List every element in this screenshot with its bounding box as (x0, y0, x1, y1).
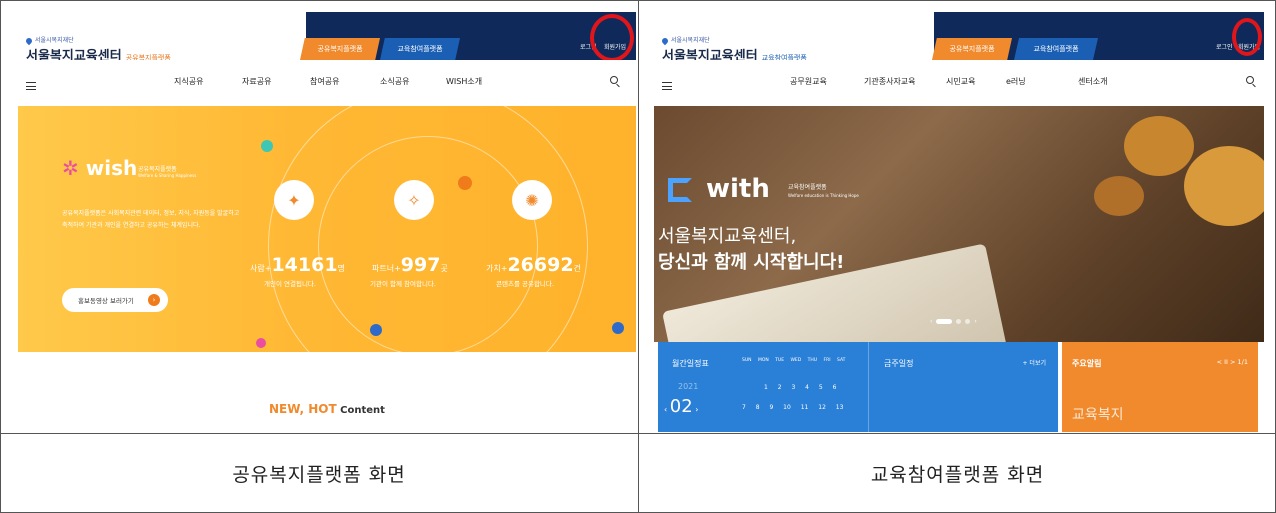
content-section: NEW, HOT Content (18, 352, 636, 432)
calendar-year: 2021 (678, 382, 699, 391)
decor-dot (370, 324, 382, 336)
weekly-title: 금주일정 (884, 359, 914, 368)
brand-tagline: 교육참여플랫폼 (788, 184, 827, 191)
tab-edu-platform[interactable]: 교육참여플랫폼 (1014, 38, 1098, 60)
stat-partner-caption: 기관이 함께 참여합니다. (370, 280, 436, 288)
info-panels: 월간일정표 2021 ‹ 02 › SUN MON TUE WED THU FR… (654, 342, 1264, 432)
hero-description: 공유복지플랫폼은 사회복지관련 데이터, 정보, 지식, 자원등을 발굴하고 축… (62, 210, 240, 229)
tab-share-platform[interactable]: 공유복지플랫폼 (300, 38, 380, 60)
calendar-title: 월간일정표 (672, 359, 709, 368)
brand-subtitle: Welfare education is Thinking Hope (788, 193, 859, 198)
decor-ring (318, 136, 538, 352)
stat-people: 사람+14161명 (250, 254, 345, 276)
prev-icon[interactable]: ‹ (930, 318, 932, 325)
hero-banner: with 교육참여플랫폼 Welfare education is Thinki… (654, 106, 1264, 342)
more-link[interactable]: + 더보기 (1023, 358, 1047, 367)
hero-headline-1: 서울복지교육센터, (658, 226, 797, 247)
nav-item[interactable]: 소식공유 (380, 76, 409, 87)
nav-item[interactable]: 지식공유 (174, 76, 203, 87)
main-nav: 공무원교육 기관종사자교육 시민교육 e러닝 센터소개 (654, 60, 1264, 106)
with-logo: with (668, 174, 770, 204)
slide-pager[interactable]: ‹ › (930, 318, 977, 325)
tab-edu-platform[interactable]: 교육참여플랫폼 (380, 38, 460, 60)
people-icon: ✦ (274, 180, 314, 220)
calendar-panel: 월간일정표 2021 ‹ 02 › SUN MON TUE WED THU FR… (658, 342, 1058, 432)
flower-decor (1094, 176, 1144, 216)
calendar-week[interactable]: 7 8 9 10 11 12 13 (742, 404, 843, 411)
stat-value: 가치+26692건 (486, 254, 581, 276)
annotation-circle (1232, 18, 1262, 56)
calendar-weekdays: SUN MON TUE WED THU FRI SAT (742, 358, 846, 363)
nav-item[interactable]: 참여공유 (310, 76, 339, 87)
pin-icon (24, 36, 34, 45)
divider (868, 342, 869, 432)
calendar-month: ‹ 02 › (664, 396, 699, 417)
stat-people-caption: 개인이 연결됩니다. (264, 280, 316, 288)
left-screenshot: 서울시복지재단 서울복지교육센터 공유복지플랫폼 공유복지플랫폼 교육참여플랫폼 … (18, 12, 636, 432)
nav-item[interactable]: 공무원교육 (790, 76, 827, 87)
lightbulb-icon: ✺ (512, 180, 552, 220)
nav-item[interactable]: 자료공유 (242, 76, 271, 87)
site-header: 서울시복지재단 서울복지교육센터 교육참여플랫폼 공유복지플랫폼 교육참여플랫폼 … (654, 12, 1264, 64)
login-link[interactable]: 로그인 (1216, 42, 1233, 51)
play-icon: › (148, 294, 160, 306)
search-icon[interactable] (610, 76, 618, 84)
flower-decor (1184, 146, 1264, 226)
stat-value-caption: 콘텐츠를 공유합니다. (496, 280, 554, 288)
decor-dot (612, 322, 624, 334)
next-month-icon[interactable]: › (693, 405, 698, 414)
search-icon[interactable] (1246, 76, 1254, 84)
nav-item[interactable]: e러닝 (1006, 76, 1026, 87)
tab-share-platform[interactable]: 공유복지플랫폼 (932, 38, 1012, 60)
caption-right: 교육참여플랫폼 화면 (870, 463, 1045, 486)
site-header: 서울시복지재단 서울복지교육센터 공유복지플랫폼 공유복지플랫폼 교육참여플랫폼 … (18, 12, 636, 64)
hero-banner: ✲ wish 공유복지플랫폼 Welfare & Sharing Happine… (18, 106, 636, 352)
notice-panel: 주요알림 < II > 1/1 교육복지 (1062, 342, 1258, 432)
annotation-circle (590, 14, 634, 62)
org-logo[interactable]: 서울시복지재단 (660, 35, 710, 45)
handshake-icon: ✧ (394, 180, 434, 220)
promo-video-button[interactable]: 홍보동영상 보러가기 › (62, 288, 168, 312)
decor-dot (256, 338, 266, 348)
hamburger-icon[interactable] (26, 82, 36, 90)
hero-headline-2: 당신과 함께 시작합니다! (658, 252, 845, 273)
next-icon[interactable]: › (974, 318, 976, 325)
main-nav: 지식공유 자료공유 참여공유 소식공유 WISH소개 (18, 60, 636, 106)
nav-item[interactable]: 기관종사자교육 (864, 76, 916, 87)
notice-pager[interactable]: < II > 1/1 (1217, 358, 1248, 366)
notice-title: 주요알림 (1072, 359, 1102, 368)
nav-item[interactable]: WISH소개 (446, 76, 482, 87)
org-logo[interactable]: 서울시복지재단 (24, 35, 74, 45)
flower-decor (1124, 116, 1194, 176)
section-title: NEW, HOT Content (269, 402, 385, 416)
stat-partner: 파트너+997곳 (372, 254, 448, 276)
decor-dot (261, 140, 273, 152)
decor-dot (458, 176, 472, 190)
brand-subtitle: Welfare & Sharing Happiness (138, 173, 197, 178)
hamburger-icon[interactable] (662, 82, 672, 90)
wish-logo: ✲ wish (62, 156, 138, 180)
nav-item[interactable]: 센터소개 (1078, 76, 1107, 87)
brand-tagline: 공유복지플랫폼 (138, 166, 177, 173)
nav-item[interactable]: 시민교육 (946, 76, 975, 87)
caption-left: 공유복지플랫폼 화면 (232, 463, 406, 486)
notice-text[interactable]: 교육복지 (1072, 404, 1124, 424)
pin-icon (660, 36, 670, 45)
calendar-week[interactable]: 1 2 3 4 5 6 (764, 384, 836, 391)
right-screenshot: 서울시복지재단 서울복지교육센터 교육참여플랫폼 공유복지플랫폼 교육참여플랫폼 … (654, 12, 1264, 432)
